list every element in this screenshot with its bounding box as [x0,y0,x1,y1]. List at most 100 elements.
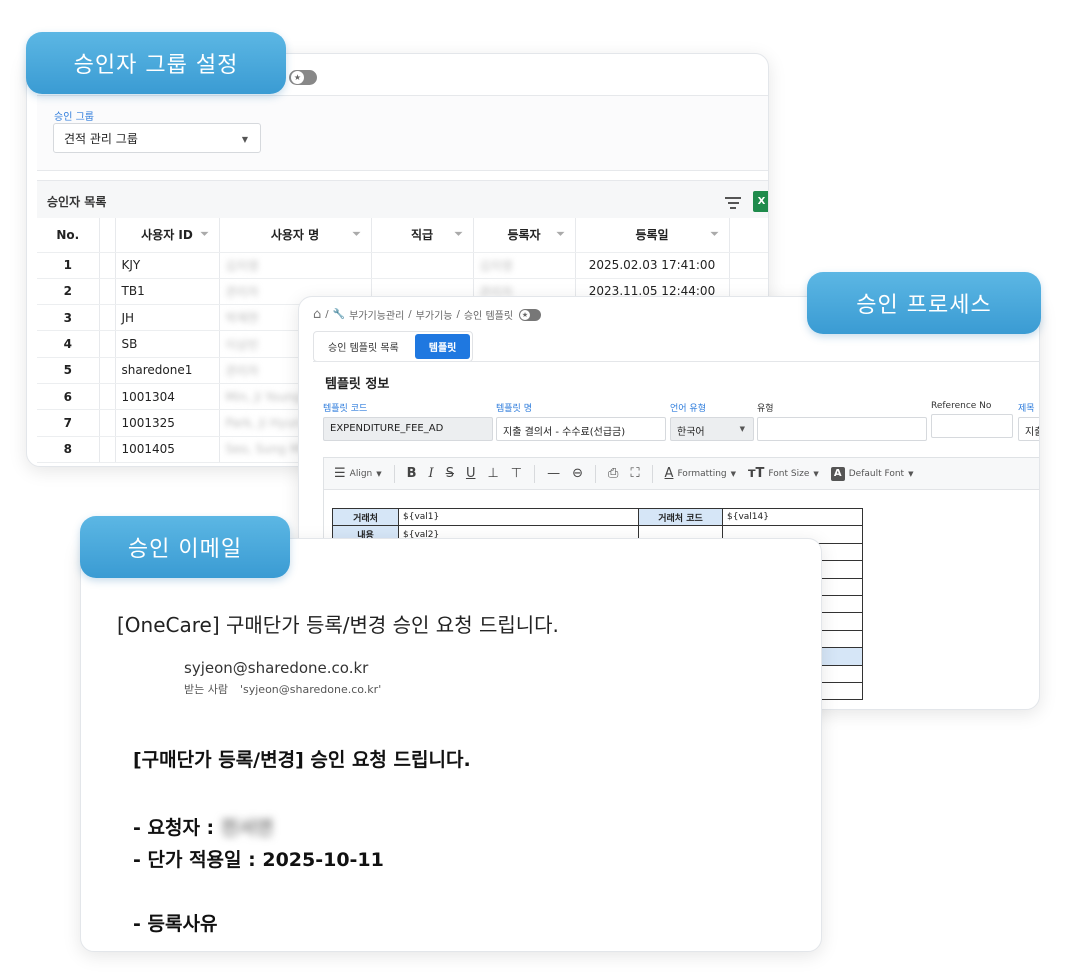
underline-icon[interactable]: U [466,466,476,481]
column-header-spacer [729,218,768,253]
cell-no: 7 [37,409,100,437]
apply-date-line: - 단가 적용일 : 2025-10-11 [133,849,384,871]
formatting-dropdown[interactable]: A Formatting ▼ [665,466,736,481]
breadcrumb-item[interactable]: 승인 템플릿 [464,307,513,322]
chevron-down-icon: ▼ [739,425,745,433]
toolbar-divider [651,464,653,483]
text-color-icon: A [664,466,674,481]
breadcrumb-item[interactable]: 부가기능관리 [349,307,404,322]
tab-template[interactable]: 템플릿 [414,334,471,359]
strikethrough-icon[interactable]: S [446,466,454,481]
breadcrumb: ⌂ / 🔧 부가기능관리 / 부가기능 / 승인 템플릿 [313,307,542,322]
home-icon[interactable]: ⌂ [313,307,321,322]
editor-toolbar: ☰ Align ▼ B I S U ⊥ ⊤ — ⊖ ⎙ ⛶ A Formatting ▼… [324,458,1039,490]
template-code-input[interactable]: EXPENDITURE_FEE_AD [323,417,493,441]
language-type-field: 언어 유형 한국어 ▼ [670,401,754,441]
favorite-toggle[interactable] [519,308,542,321]
default-font-dropdown[interactable]: A Default Font ▼ [830,466,914,481]
cell-user-id: sharedone1 [115,357,220,384]
link-icon[interactable]: ⊖ [572,466,583,481]
cell-registered-by: 김지영 [473,252,576,279]
column-filter-icon[interactable]: ⏷ [201,229,209,240]
breadcrumb-separator: / [325,309,329,320]
cell-no: 3 [37,304,100,332]
field-label: Reference No [931,401,992,411]
cell-blank [99,304,116,332]
column-header-check [99,218,116,253]
requester-line: - 요청자 : 전서연 [133,819,273,838]
field-label: 제목 [1018,404,1035,414]
superscript-icon[interactable]: ⊤ [511,466,522,481]
field-label: 언어 유형 [670,404,706,414]
toolbar-divider [534,464,536,483]
field-label: 유형 [757,404,774,414]
subscript-icon[interactable]: ⊥ [487,466,498,481]
favorite-toggle[interactable] [289,70,317,85]
cell-blank [99,330,116,358]
group-filter-panel: 승인 그룹 견적 관리 그룹 ▼ [37,95,768,171]
chevron-down-icon: ▼ [813,469,819,478]
template-name-input[interactable]: 지출 결의서 - 수수료(선급금) [496,417,666,441]
cell-no: 8 [37,436,100,463]
cell-spacer [729,252,768,279]
type-input[interactable] [757,417,927,441]
column-header-rank[interactable]: 직급 ⏷ [371,218,474,253]
align-dropdown[interactable]: ☰ Align ▼ [334,466,382,481]
toolbar-divider [393,464,395,483]
cell-user-id: 1001405 [115,436,220,463]
requester-value: 전서연 [220,817,274,839]
filter-icon[interactable] [725,197,741,212]
column-header-no[interactable]: No. [37,218,100,253]
cell-user-id: 1001304 [115,383,220,411]
tab-template-list[interactable]: 승인 템플릿 목록 [316,334,411,359]
cell-blank [99,278,116,306]
cell-blank [99,383,116,411]
column-filter-icon[interactable]: ⏷ [711,229,719,240]
approval-group-select[interactable]: 견적 관리 그룹 ▼ [53,123,261,153]
chevron-down-icon: ▼ [908,469,914,478]
column-filter-icon[interactable]: ⏷ [353,229,361,240]
collage-stage: 승인자 그룹 설정 승인 그룹 견적 관리 그룹 ▼ 승인자 목록 X No. … [0,0,1066,976]
column-filter-icon[interactable]: ⏷ [557,229,565,240]
formatting-label: Formatting [677,468,727,479]
font-size-label: Font Size [768,468,810,479]
column-filter-icon[interactable]: ⏷ [455,229,463,240]
excel-export-icon[interactable]: X [753,191,768,212]
breadcrumb-item[interactable]: 부가기능 [416,307,453,322]
email-recipient: 받는 사람 'syjeon@sharedone.co.kr' [184,681,381,697]
template-cell: 거래처 코드 [638,507,723,527]
cell-no: 6 [37,383,100,411]
cell-no: 4 [37,330,100,358]
print-icon[interactable]: ⎙ [608,466,618,481]
bold-icon[interactable]: B [407,466,417,481]
cell-blank [99,252,116,279]
approval-email-card: [OneCare] 구매단가 등록/변경 승인 요청 드립니다. syjeon@… [80,538,822,952]
cell-no: 5 [37,357,100,384]
recipient-value: 'syjeon@sharedone.co.kr' [239,683,382,696]
requester-label: - 요청자 : [133,817,215,839]
column-header-user-name[interactable]: 사용자 명 ⏷ [219,218,372,253]
fullscreen-icon[interactable]: ⛶ [630,466,639,481]
column-header-user-id[interactable]: 사용자 ID ⏷ [115,218,220,253]
cell-user-id: KJY [115,252,220,279]
column-header-registered-date[interactable]: 등록일 ⏷ [575,218,730,253]
title-input[interactable]: 지출 [1018,417,1039,441]
column-header-registered-by[interactable]: 등록자 ⏷ [473,218,576,253]
horizontal-rule-icon[interactable]: — [547,466,560,481]
cell-no: 2 [37,278,100,306]
italic-icon[interactable]: I [429,466,434,481]
cell-user-id: TB1 [115,278,220,306]
language-type-select[interactable]: 한국어 ▼ [670,417,754,441]
chevron-down-icon: ▼ [376,469,382,478]
cell-no: 1 [37,252,100,279]
font-size-icon: тT [748,466,765,481]
title-field: 제목 지출 [1018,401,1039,441]
chevron-down-icon: ▼ [241,135,248,144]
table-row[interactable]: 1 KJY 김지영 김지영 2025.02.03 17:41:00 [37,252,768,279]
font-size-dropdown[interactable]: тT Font Size ▼ [748,466,819,481]
wrench-icon: 🔧 [332,309,346,320]
field-label: 템플릿 코드 [323,404,368,414]
cell-user-name: 김지영 [219,252,372,279]
cell-user-id: 1001325 [115,409,220,437]
reference-no-input[interactable] [931,414,1013,438]
